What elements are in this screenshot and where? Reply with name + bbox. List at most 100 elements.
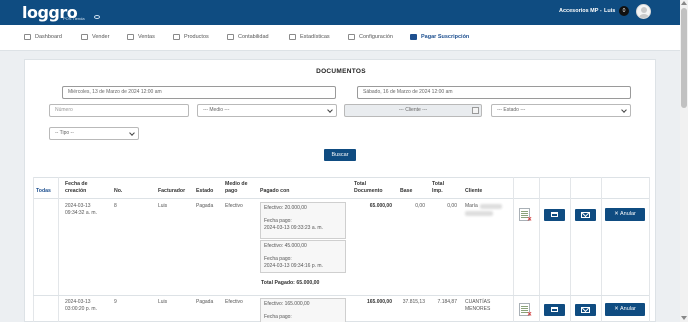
row-divider (33, 295, 649, 296)
col-divider (570, 177, 571, 322)
nav-vender[interactable]: Vender (81, 34, 109, 40)
medio-select[interactable]: --- Medio --- (197, 104, 337, 117)
nav-label: Pagar Suscripción (421, 34, 470, 40)
documents-card: DOCUMENTOS Miércoles, 13 de Marzo de 202… (24, 59, 656, 322)
cliente-dropdown-icon[interactable] (472, 107, 479, 114)
row2-cliente: CUANTÍAS MENORES (465, 299, 490, 312)
anular-label: Anular (619, 211, 636, 217)
row2-cliente-line2: MENORES (465, 305, 491, 312)
col-divider (601, 177, 602, 322)
products-icon (173, 34, 180, 40)
row1-estado: Pagada (196, 203, 214, 209)
user-name[interactable]: Luis (604, 8, 615, 14)
notification-badge[interactable]: 0 (619, 6, 629, 16)
col-total-doc-line2: Documento (354, 187, 383, 194)
row1-total-imp: 0,00 (447, 203, 457, 209)
nav-pagar-suscripcion[interactable]: Pagar Suscripción (410, 34, 469, 40)
col-estado: Estado (196, 188, 214, 194)
col-fecha: Fecha de creación (65, 181, 88, 194)
nav-estadisticas[interactable]: Estadísticas (289, 34, 330, 40)
nav-label: Configuración (359, 34, 393, 40)
row2-base: 37.815,13 (402, 299, 425, 305)
date-from-field[interactable]: Miércoles, 13 de Marzo de 2024 12:00 am (62, 86, 336, 99)
scroll-down-icon[interactable] (681, 316, 687, 320)
nav-label: Vender (92, 34, 110, 40)
col-pagado: Pagado con (260, 188, 290, 194)
chart-icon (289, 34, 296, 40)
scroll-thumb[interactable] (681, 8, 687, 108)
table-top-border (33, 177, 649, 178)
dollar-icon (127, 34, 134, 40)
anular-button[interactable]: ✕ Anular (605, 303, 645, 316)
row2-estado: Pagada (196, 299, 214, 305)
col-total-imp: Total Imp. (432, 181, 444, 194)
col-divider (58, 177, 59, 322)
nav-configuracion[interactable]: Configuración (348, 34, 393, 40)
date-to-field[interactable]: Sábado, 16 de Marzo de 2024 12:00 am (357, 86, 631, 99)
row1-time: 09:34:32 a. m. (65, 209, 97, 216)
print-button[interactable] (544, 209, 565, 221)
cliente-select[interactable]: --- Cliente --- (344, 104, 482, 117)
col-cliente: Cliente (465, 188, 483, 194)
payment-date-label: Fecha pago: (264, 314, 292, 320)
envelope-icon (581, 307, 590, 313)
estado-select[interactable]: --- Estado --- (491, 104, 631, 117)
page-scrollbar[interactable] (680, 0, 688, 322)
row2-cliente-line1: CUANTÍAS (465, 299, 491, 305)
printer-icon (551, 307, 558, 312)
main-nav: Dashboard Vender Ventas Productos Contab… (0, 25, 680, 51)
nav-contabilidad[interactable]: Contabilidad (227, 34, 269, 40)
document-pdf-icon[interactable] (519, 303, 532, 318)
document-pdf-icon[interactable] (519, 208, 532, 223)
nav-label: Ventas (138, 34, 155, 40)
numero-input[interactable]: Número (49, 104, 189, 117)
col-total-imp-line1: Total (432, 181, 445, 187)
payment-box: Efectivo: 165.000,00 Fecha pago: (260, 298, 346, 322)
nav-label: Contabilidad (238, 34, 269, 40)
nav-label: Productos (184, 34, 209, 40)
redacted-client-text (480, 204, 502, 209)
row1-base: 0,00 (415, 203, 425, 209)
col-fecha-line2: creación (65, 187, 87, 194)
scroll-up-icon[interactable] (681, 1, 687, 5)
col-todas[interactable]: Todas (36, 188, 51, 195)
row1-cliente: María (465, 203, 478, 209)
row1-date: 2024-03-13 (65, 203, 91, 209)
tipo-select[interactable]: -- Tipo -- (49, 127, 139, 140)
redacted-client-text (465, 211, 493, 216)
row2-total-doc: 165.000,00 (366, 299, 392, 305)
nav-ventas[interactable]: Ventas (127, 34, 155, 40)
row1-total-doc: 65.000,00 (369, 203, 392, 209)
print-button[interactable] (544, 304, 565, 316)
book-icon (227, 34, 234, 40)
gear-icon (348, 34, 355, 40)
avatar[interactable] (636, 4, 651, 19)
payment-amount: Efectivo: 20.000,00 (264, 205, 307, 211)
account-name[interactable]: Accesorios MP - (559, 8, 602, 14)
row2-time: 03:00:20 p. m. (65, 305, 97, 312)
card-icon (410, 34, 417, 40)
row1-facturador: Luis (158, 203, 168, 209)
email-button[interactable] (575, 304, 596, 316)
envelope-icon (581, 212, 590, 218)
row1-medio: Efectivo (225, 203, 243, 209)
col-fecha-line1: Fecha de (65, 181, 88, 187)
col-total-doc: Total Documento (354, 181, 383, 194)
row2-total-imp: 7.184,87 (437, 299, 457, 305)
row1-no: 8 (114, 203, 117, 209)
eye-icon[interactable] (94, 15, 100, 19)
nav-label: Estadísticas (300, 34, 330, 40)
col-no: No. (114, 188, 123, 194)
payment-amount: Efectivo: 165.000,00 (264, 301, 310, 307)
nav-productos[interactable]: Productos (173, 34, 209, 40)
table-row: 2024-03-13 09:34:32 a. m. (65, 203, 97, 216)
page-title: DOCUMENTOS (316, 68, 366, 75)
search-button[interactable]: Buscar (324, 149, 356, 161)
col-medio-line1: Medio de (225, 181, 248, 187)
email-button[interactable] (575, 209, 596, 221)
row2-facturador: Luis (158, 299, 168, 305)
anular-button[interactable]: ✕ Anular (605, 208, 645, 221)
nav-dashboard[interactable]: Dashboard (24, 34, 62, 40)
payment-box: Efectivo: 20.000,00 Fecha pago: 2024-03-… (260, 202, 346, 239)
cliente-select-label: --- Cliente --- (398, 107, 428, 113)
